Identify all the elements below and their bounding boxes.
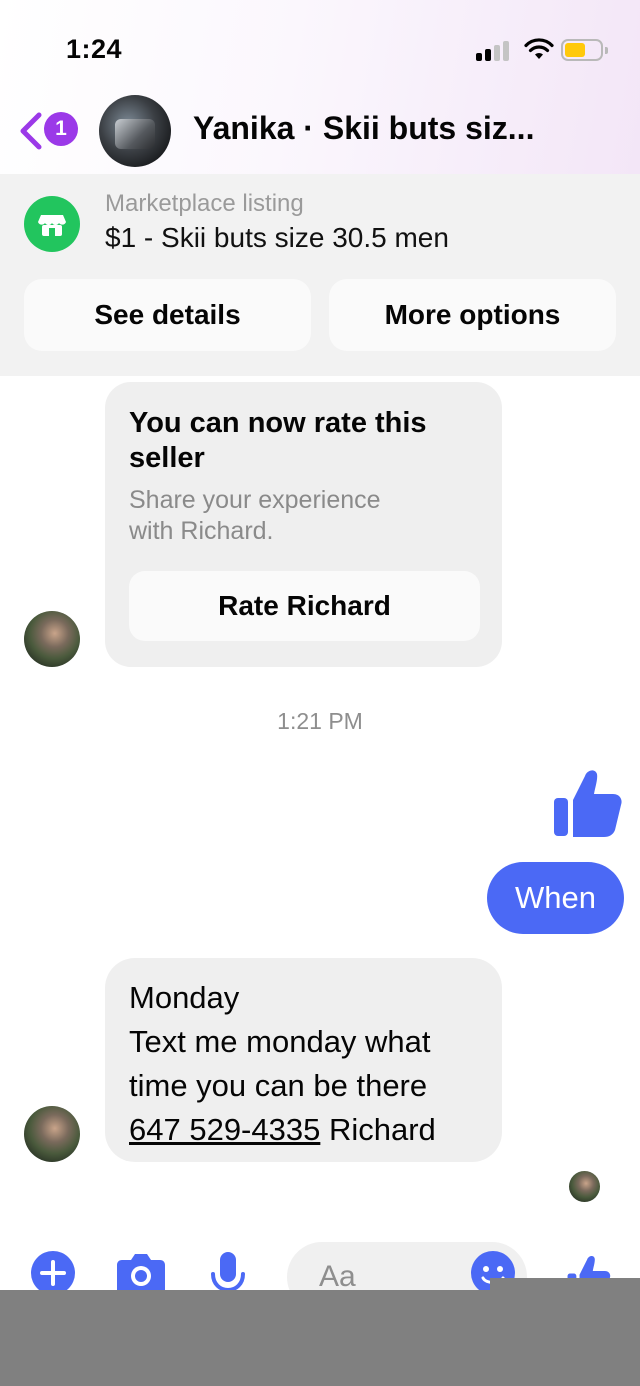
sender-avatar[interactable] [24,611,80,667]
message-line: time you can be there [129,1068,428,1103]
sender-avatar[interactable] [24,1106,80,1162]
more-options-button[interactable]: More options [329,279,616,351]
message-line: Monday [129,980,240,1015]
screen-overlay [0,1290,640,1386]
rate-card-title: You can now rate this seller [129,407,427,474]
unread-count-badge: 1 [44,112,78,146]
camera-icon[interactable] [116,1250,166,1294]
phone-number-link[interactable]: 647 529-4335 [129,1112,320,1147]
chevron-left-icon [20,112,42,150]
conversation-header: 1 Yanika · Skii buts siz... [0,92,640,172]
received-message-bubble[interactable]: Monday Text me monday what time you can … [105,958,502,1162]
battery-icon [561,39,608,61]
status-time: 1:24 [66,34,123,64]
message-timestamp: 1:21 PM [277,708,363,734]
rate-card-subtitle: Share your experience with Richard. [129,486,381,545]
rate-seller-card: You can now rate this seller Share your … [105,382,502,667]
back-button[interactable]: 1 [14,110,84,150]
conversation-title[interactable]: Yanika · Skii buts siz... [193,110,534,147]
message-line: Text me monday what [129,1024,431,1059]
thumbs-up-icon[interactable] [551,764,625,840]
read-receipt-avatar [569,1171,600,1202]
sent-message-bubble[interactable]: When [487,862,624,934]
wifi-icon [524,38,554,59]
message-signature: Richard [320,1112,436,1147]
storefront-icon [24,196,80,252]
cellular-signal-icon [476,39,512,61]
marketplace-label: Marketplace listing [105,190,304,217]
message-line: 647 529-4335 Richard [129,1108,478,1152]
conversation-avatar[interactable] [99,95,171,167]
status-bar: 1:24 [0,0,640,90]
marketplace-listing-panel: Marketplace listing $1 - Skii buts size … [0,174,640,376]
listing-title[interactable]: $1 - Skii buts size 30.5 men [105,222,449,254]
see-details-button[interactable]: See details [24,279,311,351]
rate-seller-button[interactable]: Rate Richard [129,571,480,641]
